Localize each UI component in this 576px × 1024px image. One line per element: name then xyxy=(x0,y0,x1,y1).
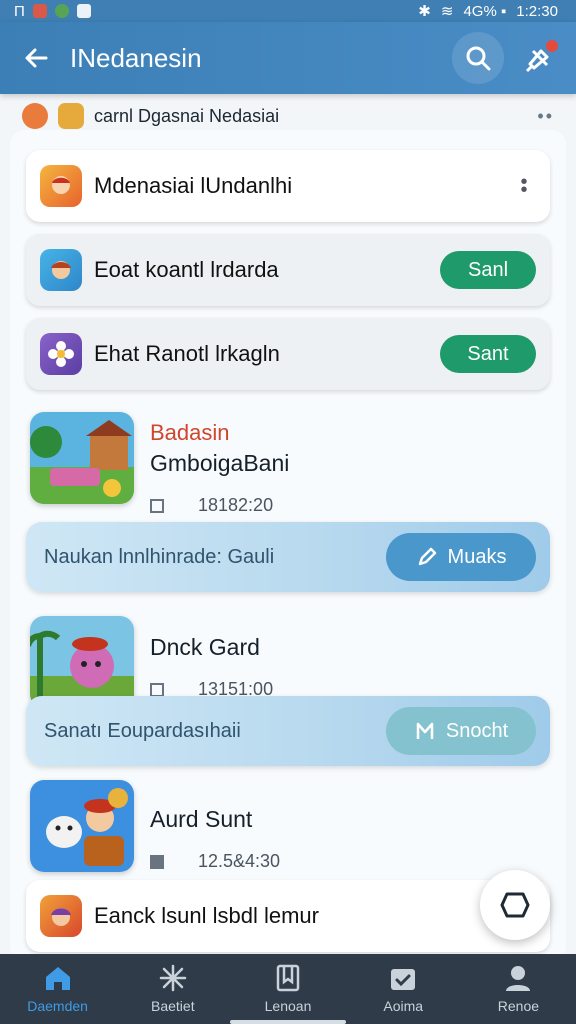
back-arrow-icon xyxy=(25,48,48,68)
feature-meta-text: 12.5&4:30 xyxy=(198,851,281,871)
page-title: INedanesin xyxy=(70,42,202,73)
status-left: Π xyxy=(14,3,91,20)
feature-meta: 18182:20 xyxy=(150,495,289,516)
game-app-icon xyxy=(40,165,82,207)
banner-button[interactable]: Muaks xyxy=(386,533,536,581)
back-button[interactable] xyxy=(8,30,64,86)
nav-item-discover[interactable]: Baetiet xyxy=(115,954,230,1024)
bluetooth-icon: ✱ xyxy=(418,3,431,20)
feature-title: GmboigaBani xyxy=(150,450,290,476)
feature-text: Aurd Sunt 12.5&4:30 xyxy=(150,780,280,880)
flower-app-icon xyxy=(40,333,82,375)
status-time: 1:2:30 xyxy=(516,2,558,20)
banner-text: Naukan lnnlhinrade: Gauli xyxy=(44,545,275,568)
nav-item-label: Lenoan xyxy=(264,998,312,1014)
banner-button-label: Muaks xyxy=(447,545,507,568)
banner-button[interactable]: Snocht xyxy=(386,707,536,755)
notification-button[interactable] xyxy=(514,32,566,84)
feature-badge: Badasin xyxy=(150,420,230,445)
banner-text: Sanatı Eoupardasıhaii xyxy=(44,719,241,742)
home-icon xyxy=(45,967,70,990)
section-header-text: carnl Dgasnai Nedasiai xyxy=(94,105,280,126)
game-thumbnail xyxy=(30,780,134,872)
notification-badge xyxy=(546,40,558,52)
calendar-check-icon xyxy=(391,969,416,990)
square-icon xyxy=(150,682,164,697)
game-app-icon xyxy=(40,895,82,937)
promo-banner[interactable]: Naukan lnnlhinrade: Gauli Muaks xyxy=(26,522,550,592)
feature-title: Dnck Gard xyxy=(150,634,260,660)
box-icon xyxy=(58,103,84,129)
feature-item[interactable]: Badasin GmboigaBani 18182:20 xyxy=(30,412,550,515)
list-item-title: Eanck lsunl lsbdl lemur xyxy=(94,903,319,928)
nav-item-calendar[interactable]: Aoima xyxy=(346,954,461,1024)
timer-icon xyxy=(22,103,48,129)
bookmark-icon xyxy=(416,722,434,739)
app-notification-icon xyxy=(32,4,47,18)
nav-item-profile[interactable]: Renoe xyxy=(461,954,576,1024)
main-content: carnl Dgasnai Nedasiai •• Mdenasiai lUnd… xyxy=(0,94,576,954)
feature-meta-text: 18182:20 xyxy=(198,495,274,515)
search-button[interactable] xyxy=(452,32,504,84)
home-indicator xyxy=(230,1020,346,1024)
status-right-text: 4G% ▪ xyxy=(463,2,507,20)
send-button[interactable]: Sant xyxy=(440,335,536,373)
nav-item-label: Renoe xyxy=(497,998,540,1014)
more-dots-icon[interactable]: •• xyxy=(537,106,554,127)
game-thumbnail xyxy=(30,616,134,708)
list-item[interactable]: Ehat Ranotl lrkagln Sant xyxy=(26,318,550,390)
bottom-navigation: Daemden Baetiet Lenoan Aoima Renoe xyxy=(0,954,576,1024)
feature-meta: 12.5&4:30 xyxy=(150,851,280,872)
floating-action-button[interactable] xyxy=(480,870,550,940)
shield-icon xyxy=(500,892,530,918)
list-item-title: Ehat Ranotl lrkagln xyxy=(94,341,280,366)
list-item-title: Eoat koantl lrdarda xyxy=(94,257,279,282)
nav-item-home[interactable]: Daemden xyxy=(0,954,115,1024)
nav-item-label: Daemden xyxy=(27,998,88,1014)
nav-item-label: Aoima xyxy=(383,998,424,1014)
game-notification-icon xyxy=(54,4,69,18)
list-item[interactable]: Mdenasiai lUndanlhi • • xyxy=(26,150,550,222)
sparkle-icon xyxy=(159,964,187,992)
nav-item-library[interactable]: Lenoan xyxy=(230,954,345,1024)
promo-banner[interactable]: Sanatı Eoupardasıhaii Snocht xyxy=(26,696,550,766)
pencil-icon xyxy=(418,547,436,566)
person-icon xyxy=(506,966,531,991)
feature-item[interactable]: Aurd Sunt 12.5&4:30 xyxy=(30,780,550,880)
status-right: ✱ ≋ 4G% ▪ 1:2:30 xyxy=(418,2,558,21)
file-notification-icon xyxy=(76,4,91,18)
square-icon xyxy=(150,498,164,513)
list-item[interactable]: Eanck lsunl lsbdl lemur xyxy=(26,880,550,952)
game-thumbnail xyxy=(30,412,134,504)
list-item[interactable]: Eoat koantl lrdarda Sanl xyxy=(26,234,550,306)
search-icon xyxy=(466,46,491,71)
feature-text: Badasin GmboigaBani 18182:20 xyxy=(150,412,290,515)
banner-button-label: Snocht xyxy=(445,719,509,742)
feature-title: Aurd Sunt xyxy=(150,806,253,832)
section-header: carnl Dgasnai Nedasiai •• xyxy=(22,98,554,134)
square-icon xyxy=(150,854,164,869)
list-item-title: Mdenasiai lUndanlhi xyxy=(94,173,293,198)
kebab-menu-icon[interactable]: • • xyxy=(512,172,536,200)
status-bar: Π ✱ ≋ 4G% ▪ 1:2:30 xyxy=(0,0,576,22)
game-app-icon xyxy=(40,249,82,291)
status-left-text: Π xyxy=(14,2,25,20)
book-icon xyxy=(276,964,300,992)
app-bar: INedanesin xyxy=(0,22,576,94)
wifi-icon: ≋ xyxy=(440,3,454,20)
send-button[interactable]: Sanl xyxy=(440,251,536,289)
nav-item-label: Baetiet xyxy=(151,998,195,1014)
